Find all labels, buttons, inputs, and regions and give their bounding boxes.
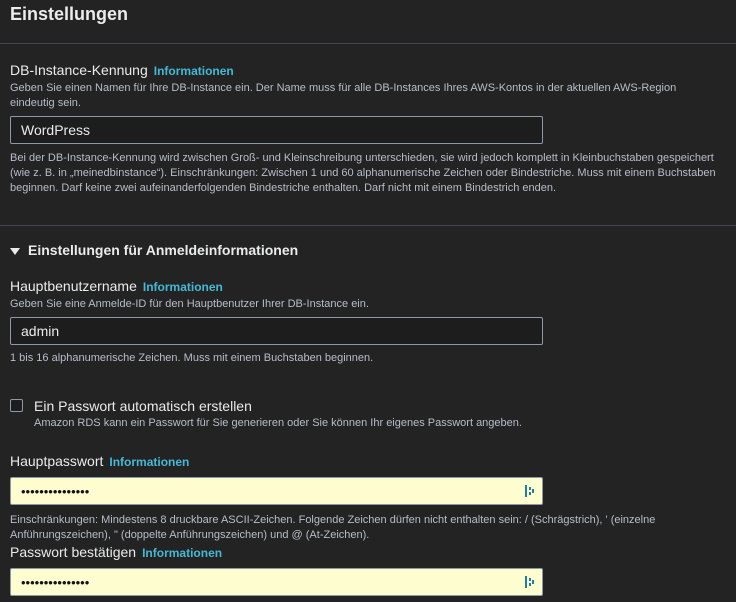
master-password-label: Hauptpasswort <box>10 453 104 469</box>
master-user-description: Geben Sie eine Anmelde-ID für den Hauptb… <box>10 298 369 310</box>
db-instance-description: Geben Sie einen Namen für Ihre DB-Instan… <box>10 82 677 109</box>
db-instance-input[interactable]: WordPress <box>10 116 543 144</box>
caret-down-icon <box>10 247 20 255</box>
master-password-input[interactable]: ••••••••••••••• <box>10 477 543 505</box>
page-title: Einstellungen <box>10 4 129 24</box>
master-password-info-link[interactable]: Informationen <box>109 455 189 469</box>
master-user-constraints: 1 bis 16 alphanumerische Zeichen. Muss m… <box>10 352 374 364</box>
master-password-constraints: Einschränkungen: Mindestens 8 druckbare … <box>10 514 656 541</box>
credentials-section-title: Einstellungen für Anmeldeinformationen <box>28 242 299 258</box>
master-user-input[interactable]: admin <box>10 317 543 345</box>
master-user-info-link[interactable]: Informationen <box>143 280 223 294</box>
settings-header: Einstellungen <box>0 0 736 44</box>
password-manager-icon[interactable] <box>524 575 536 589</box>
confirm-password-label: Passwort bestätigen <box>10 544 137 560</box>
auto-password-checkbox[interactable] <box>10 399 23 412</box>
master-user-label-row: Hauptbenutzername Informationen <box>10 278 223 294</box>
master-password-label-row: Hauptpasswort Informationen <box>10 453 189 469</box>
confirm-password-label-row: Passwort bestätigen Informationen <box>10 544 222 560</box>
password-manager-icon[interactable] <box>524 484 536 498</box>
section-divider <box>0 225 736 226</box>
master-password-value: ••••••••••••••• <box>21 484 90 499</box>
auto-password-label[interactable]: Ein Passwort automatisch erstellen <box>34 398 252 414</box>
db-instance-label: DB-Instance-Kennung <box>10 62 148 78</box>
confirm-password-input[interactable]: ••••••••••••••• <box>10 568 543 596</box>
master-user-label: Hauptbenutzername <box>10 278 137 294</box>
db-instance-constraints: Bei der DB-Instance-Kennung wird zwische… <box>10 152 716 194</box>
credentials-section-toggle[interactable]: Einstellungen für Anmeldeinformationen <box>10 242 298 258</box>
auto-password-description: Amazon RDS kann ein Passwort für Sie gen… <box>34 417 522 429</box>
confirm-password-value: ••••••••••••••• <box>21 575 90 590</box>
db-instance-info-link[interactable]: Informationen <box>154 64 234 78</box>
db-instance-label-row: DB-Instance-Kennung Informationen <box>10 62 234 78</box>
confirm-password-info-link[interactable]: Informationen <box>142 546 222 560</box>
